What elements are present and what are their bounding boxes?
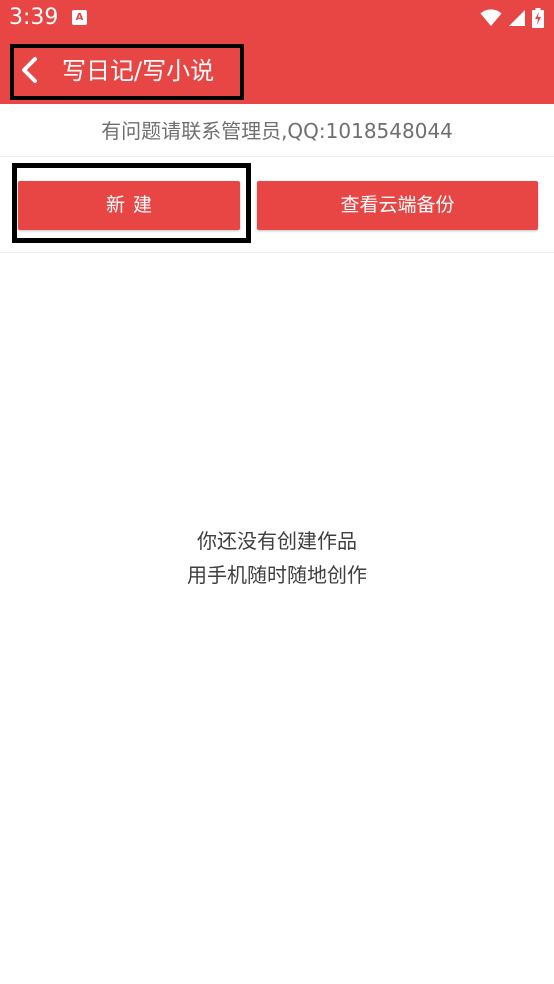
status-icons [480, 8, 544, 28]
empty-state-line-2: 用手机随时随地创作 [187, 563, 367, 587]
cell-signal-icon [509, 10, 525, 26]
page-title: 写日记/写小说 [62, 57, 215, 85]
status-time: 3:39 [9, 5, 59, 30]
contact-info: 有问题请联系管理员,QQ:1018548044 [0, 105, 554, 157]
empty-state-line-1: 你还没有创建作品 [197, 529, 357, 553]
view-cloud-backup-button[interactable]: 查看云端备份 [257, 181, 538, 230]
wifi-icon [480, 9, 502, 26]
new-button[interactable]: 新建 [18, 181, 240, 230]
empty-state: 你还没有创建作品 用手机随时随地创作 [0, 524, 554, 592]
app-bar: 写日记/写小说 [0, 36, 554, 104]
chevron-left-icon[interactable] [20, 56, 40, 84]
a-notification-icon: A [72, 10, 87, 25]
action-button-row: 新建 查看云端备份 [0, 157, 554, 253]
battery-charging-icon [532, 8, 544, 28]
status-bar: 3:39 A [0, 0, 554, 36]
